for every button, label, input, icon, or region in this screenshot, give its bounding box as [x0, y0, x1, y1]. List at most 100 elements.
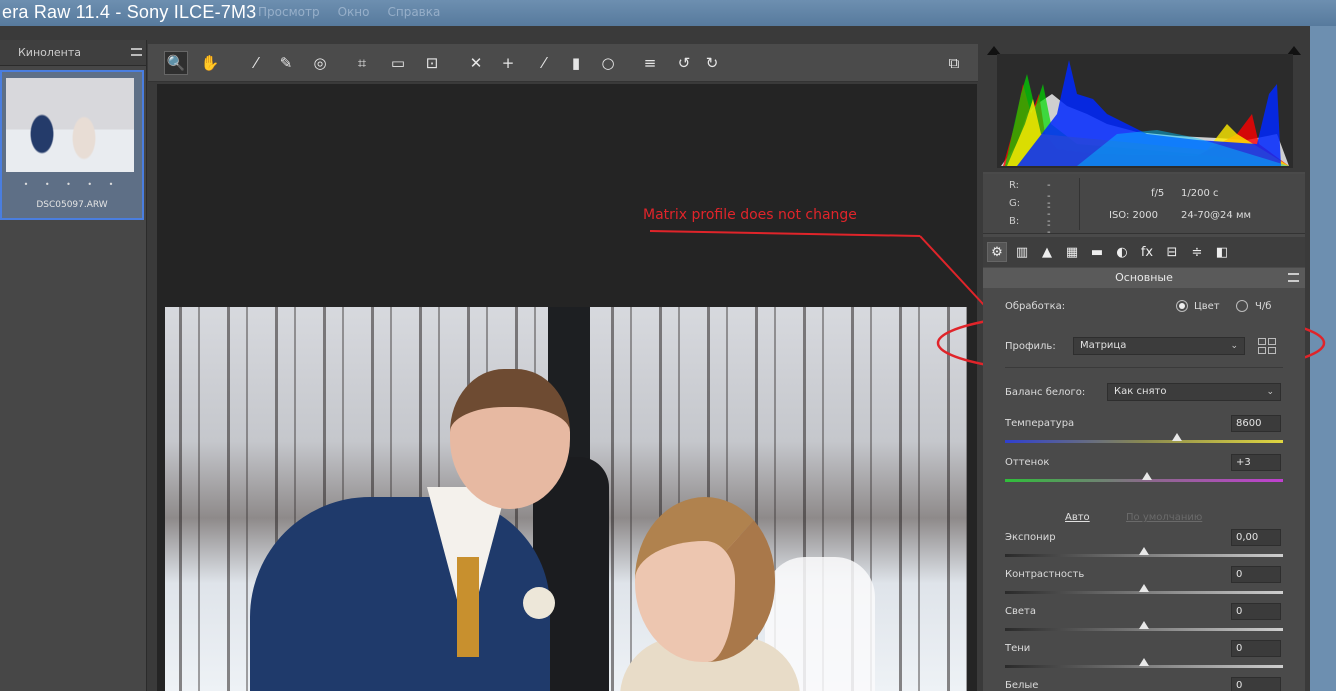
tone-curve-tab-icon[interactable]: ▥: [1012, 242, 1032, 262]
adjustment-brush-icon[interactable]: ⁄: [532, 51, 556, 75]
lens-info: 24-70@24 мм: [1181, 210, 1252, 221]
highlights-slider-thumb[interactable]: [1139, 621, 1149, 629]
basic-tab-icon[interactable]: ⚙: [987, 242, 1007, 262]
exposure-value-input[interactable]: 0,00: [1231, 529, 1281, 546]
filmstrip-header: Кинолента: [0, 40, 146, 66]
radio-color[interactable]: [1176, 300, 1188, 312]
section-menu-icon[interactable]: [1288, 273, 1299, 282]
annotation-text: Matrix profile does not change: [643, 207, 857, 223]
contrast-label: Контрастность: [1005, 569, 1085, 580]
color-sampler-icon[interactable]: ✎: [274, 51, 298, 75]
basic-section-title: Основные: [1115, 271, 1173, 284]
temperature-slider-thumb[interactable]: [1172, 433, 1183, 441]
readout-g: G: ---: [1009, 198, 1051, 231]
menu-window[interactable]: Окно: [338, 5, 370, 19]
whites-label: Белые: [1005, 680, 1039, 691]
menu-view[interactable]: Просмотр: [258, 5, 320, 19]
divider: [1005, 367, 1283, 368]
menu-help[interactable]: Справка: [387, 5, 440, 19]
tool-bar: 🔍 ✋ ⁄ ✎ ◎ ⌗ ▭ ⊡ ✕ + ⁄ ▮ ○ ≡ ↺ ↻ ⧉: [148, 44, 978, 82]
info-separator: [1079, 178, 1080, 230]
lens-corrections-tab-icon[interactable]: ◐: [1112, 242, 1132, 262]
thumbnail-image: [6, 78, 134, 172]
pixel-info: R:--- G:--- B:--- f/5 1/200 с ISO: 2000 …: [983, 174, 1305, 249]
radial-filter-icon[interactable]: ○: [596, 51, 620, 75]
auto-link[interactable]: Авто: [1065, 512, 1090, 523]
presets-tab-icon[interactable]: ≑: [1187, 242, 1207, 262]
exposure-label: Экспонир: [1005, 532, 1056, 543]
contrast-value-input[interactable]: 0: [1231, 566, 1281, 583]
whites-value-input[interactable]: 0: [1231, 677, 1281, 691]
exposure-slider-thumb[interactable]: [1139, 547, 1149, 555]
panel-tabs: ⚙ ▥ ▲ ▦ ▬ ◐ fx ⊟ ≑ ◧: [983, 237, 1305, 267]
filmstrip-title: Кинолента: [18, 46, 82, 59]
menu-bar: Просмотр Окно Справка: [258, 5, 440, 19]
split-toning-tab-icon[interactable]: ▬: [1087, 242, 1107, 262]
aperture: f/5: [1151, 188, 1165, 199]
title-bar: era Raw 11.4 - Sony ILCE-7M3 Просмотр Ок…: [0, 0, 1336, 26]
photo-groom-suit: [250, 497, 550, 691]
temperature-value-input[interactable]: 8600: [1231, 415, 1281, 432]
fullscreen-toggle-icon[interactable]: ⧉: [942, 51, 966, 75]
shadows-slider-thumb[interactable]: [1139, 658, 1149, 666]
hsl-tab-icon[interactable]: ▦: [1062, 242, 1082, 262]
white-balance-select[interactable]: Как снято ⌄: [1107, 383, 1281, 401]
chevron-down-icon: ⌄: [1266, 387, 1274, 397]
radio-bw-label: Ч/б: [1255, 301, 1272, 312]
tint-slider-thumb[interactable]: [1141, 472, 1152, 480]
photo-preview[interactable]: [165, 307, 967, 691]
default-link[interactable]: По умолчанию: [1126, 512, 1202, 523]
histogram-graph: [997, 54, 1293, 168]
readout-b: B:---: [1009, 216, 1051, 249]
transform-icon[interactable]: ⊡: [420, 51, 444, 75]
effects-tab-icon[interactable]: fx: [1137, 242, 1157, 262]
preferences-icon[interactable]: ≡: [638, 51, 662, 75]
red-eye-icon[interactable]: +: [496, 51, 520, 75]
shadows-value-input[interactable]: 0: [1231, 640, 1281, 657]
chevron-down-icon: ⌄: [1230, 341, 1238, 351]
tint-value-input[interactable]: +3: [1231, 454, 1281, 471]
processing-label: Обработка:: [1005, 301, 1066, 312]
thumbnail-filename: DSC05097.ARW: [36, 200, 108, 210]
camera-raw-window: era Raw 11.4 - Sony ILCE-7M3 Просмотр Ок…: [0, 0, 1336, 691]
window-title: era Raw 11.4 - Sony ILCE-7M3: [2, 2, 257, 22]
profile-browser-icon[interactable]: [1256, 336, 1278, 356]
tint-label: Оттенок: [1005, 457, 1050, 468]
photo-boutonniere: [523, 587, 555, 619]
calibration-tab-icon[interactable]: ⊟: [1162, 242, 1182, 262]
radio-bw[interactable]: [1236, 300, 1248, 312]
profile-label: Профиль:: [1005, 341, 1056, 352]
rotate-right-icon[interactable]: ↻: [700, 51, 724, 75]
zoom-icon[interactable]: 🔍: [164, 51, 188, 75]
iso: ISO: 2000: [1109, 210, 1158, 221]
temperature-label: Температура: [1005, 418, 1075, 429]
photo-groom-tie: [457, 557, 479, 657]
highlights-value-input[interactable]: 0: [1231, 603, 1281, 620]
highlights-label: Света: [1005, 606, 1036, 617]
white-balance-label: Баланс белого:: [1005, 387, 1086, 398]
detail-tab-icon[interactable]: ▲: [1037, 242, 1057, 262]
snapshots-tab-icon[interactable]: ◧: [1212, 242, 1232, 262]
filmstrip-menu-icon[interactable]: [131, 48, 142, 56]
radio-color-label: Цвет: [1194, 301, 1220, 312]
contrast-slider-thumb[interactable]: [1139, 584, 1149, 592]
white-balance-icon[interactable]: ⁄: [244, 51, 268, 75]
profile-select[interactable]: Матрица ⌄: [1073, 337, 1245, 355]
shutter-speed: 1/200 с: [1181, 188, 1219, 199]
spot-removal-icon[interactable]: ✕: [464, 51, 488, 75]
histogram: [983, 44, 1305, 172]
filmstrip-thumbnail[interactable]: • • • • • DSC05097.ARW: [0, 70, 144, 220]
crop-icon[interactable]: ⌗: [350, 51, 374, 75]
targeted-adjustment-icon[interactable]: ◎: [308, 51, 332, 75]
window-frame-right: [1310, 26, 1336, 691]
thumbnail-rating[interactable]: • • • • •: [2, 180, 142, 189]
straighten-icon[interactable]: ▭: [386, 51, 410, 75]
photo-bride-head: [635, 497, 775, 662]
graduated-filter-icon[interactable]: ▮: [564, 51, 588, 75]
temperature-slider-track[interactable]: [1005, 440, 1283, 443]
hand-icon[interactable]: ✋: [198, 51, 222, 75]
shadows-label: Тени: [1005, 643, 1031, 654]
rotate-left-icon[interactable]: ↺: [672, 51, 696, 75]
profile-value: Матрица: [1080, 340, 1127, 351]
basic-section-header: Основные: [983, 268, 1305, 288]
